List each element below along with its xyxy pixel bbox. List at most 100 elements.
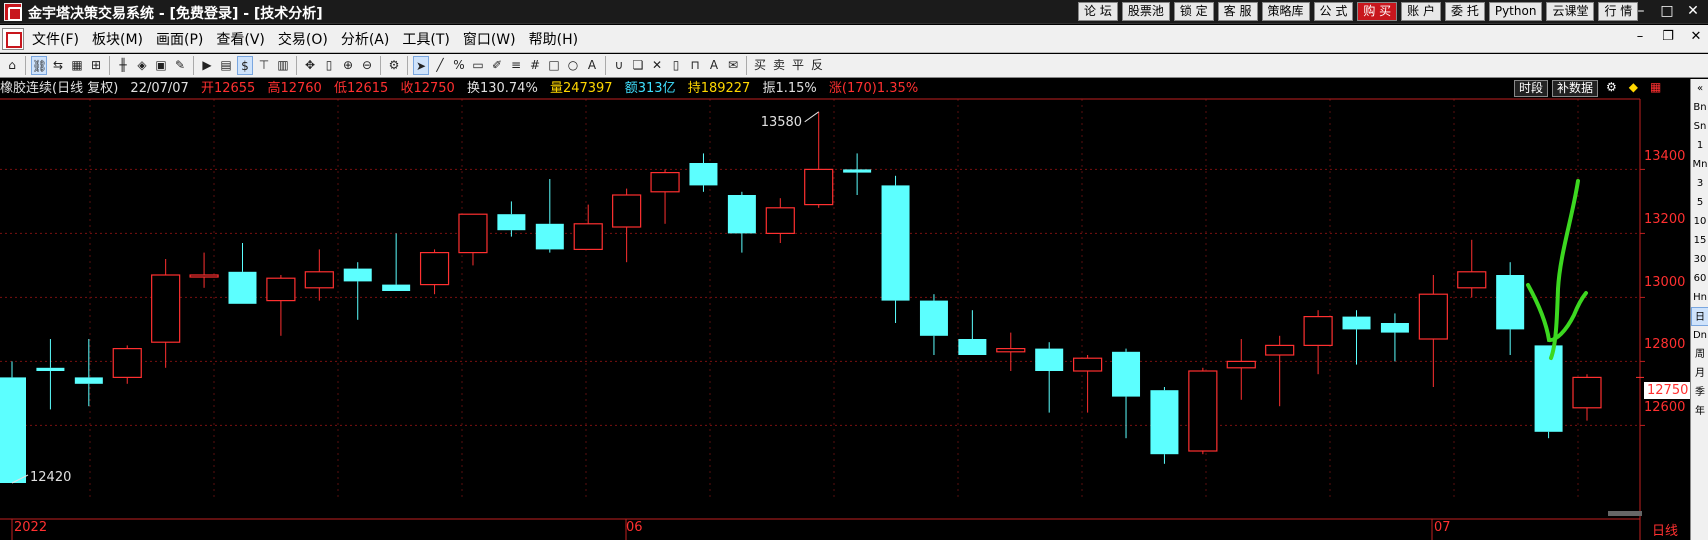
top-button[interactable]: 账 户 bbox=[1401, 2, 1441, 21]
color-icon[interactable]: A bbox=[706, 56, 722, 75]
top-button[interactable]: 论 坛 bbox=[1078, 2, 1118, 21]
minimize-icon[interactable]: – bbox=[1628, 0, 1654, 22]
cursor-icon[interactable]: ➤ bbox=[413, 56, 429, 75]
grid-icon[interactable]: ⊞ bbox=[88, 56, 104, 75]
sync-icon[interactable]: ⇆ bbox=[50, 56, 66, 75]
top-button[interactable]: Python bbox=[1488, 2, 1543, 21]
copy-icon[interactable]: ❏ bbox=[630, 56, 646, 75]
document-icon[interactable]: ▤ bbox=[218, 56, 234, 75]
ruler-icon[interactable]: ▯ bbox=[321, 56, 337, 75]
top-button[interactable]: 公 式 bbox=[1313, 2, 1354, 21]
top-button[interactable]: 委 托 bbox=[1445, 2, 1485, 21]
hash-tool-icon[interactable]: # bbox=[527, 56, 543, 75]
chart-scrollbar[interactable] bbox=[1608, 511, 1642, 516]
menu-item[interactable]: 帮助(H) bbox=[529, 29, 578, 49]
percent-tool-icon[interactable]: % bbox=[451, 56, 467, 75]
supplement-data-button[interactable]: 补数据 bbox=[1552, 80, 1599, 97]
settings-gear-icon[interactable]: ⚙ bbox=[1602, 80, 1621, 97]
menu-item[interactable]: 板块(M) bbox=[92, 29, 143, 49]
mdi-minimize-icon[interactable]: – bbox=[1632, 29, 1648, 44]
period-option[interactable]: 30 bbox=[1691, 250, 1708, 269]
period-option[interactable]: 季 bbox=[1691, 383, 1708, 402]
period-option[interactable]: Dn bbox=[1691, 326, 1708, 345]
top-button[interactable]: 策略库 bbox=[1261, 2, 1310, 21]
mail-icon[interactable]: ✉ bbox=[725, 56, 741, 75]
menu-item[interactable]: 文件(F) bbox=[32, 29, 79, 49]
period-button[interactable]: 时段 bbox=[1514, 80, 1549, 97]
edit-icon[interactable]: ✎ bbox=[172, 56, 188, 75]
magnet-icon[interactable]: ∪ bbox=[611, 56, 627, 75]
menu-item[interactable]: 窗口(W) bbox=[463, 29, 516, 49]
period-option[interactable]: Bn bbox=[1691, 98, 1708, 117]
top-button[interactable]: 股票池 bbox=[1121, 2, 1170, 21]
menu-item[interactable]: 查看(V) bbox=[216, 29, 265, 49]
warning-icon[interactable]: ◆ bbox=[1625, 80, 1642, 97]
period-label[interactable]: 日线 bbox=[1652, 520, 1678, 539]
menu-item[interactable]: 画面(P) bbox=[156, 29, 203, 49]
circle-tool-icon[interactable]: ○ bbox=[565, 56, 581, 75]
candle-body bbox=[1112, 351, 1141, 397]
reverse-icon[interactable]: 反 bbox=[809, 56, 825, 75]
filter-icon[interactable]: ⊤ bbox=[256, 56, 272, 75]
diamond-icon[interactable]: ◈ bbox=[134, 56, 150, 75]
period-option[interactable]: 年 bbox=[1691, 402, 1708, 421]
mdi-close-icon[interactable]: ✕ bbox=[1688, 29, 1704, 44]
period-option[interactable]: Mn bbox=[1691, 155, 1708, 174]
bar-tool-icon[interactable]: ▭ bbox=[470, 56, 486, 75]
period-option[interactable]: 5 bbox=[1691, 193, 1708, 212]
period-option[interactable]: Sn bbox=[1691, 117, 1708, 136]
menu-item[interactable]: 工具(T) bbox=[402, 29, 449, 49]
period-option[interactable]: 月 bbox=[1691, 364, 1708, 383]
zoom-out-icon[interactable]: ⊖ bbox=[359, 56, 375, 75]
period-option[interactable]: 3 bbox=[1691, 174, 1708, 193]
home-icon[interactable]: ⌂ bbox=[4, 56, 20, 75]
layout-icon[interactable]: ▦ bbox=[69, 56, 85, 75]
top-button[interactable]: 锁 定 bbox=[1173, 2, 1214, 21]
fib-tool-icon[interactable]: ≡ bbox=[508, 56, 524, 75]
title-bar: 金宇塔决策交易系统 - [免费登录] - [技术分析] 论 坛股票池锁 定客 服… bbox=[0, 0, 1708, 24]
play-icon[interactable]: ▶ bbox=[199, 56, 215, 75]
period-option[interactable]: 60 bbox=[1691, 269, 1708, 288]
trash-icon[interactable]: ▯ bbox=[668, 56, 684, 75]
lock-icon[interactable]: ⊓ bbox=[687, 56, 703, 75]
top-button[interactable]: 云课堂 bbox=[1546, 2, 1595, 21]
period-option[interactable]: 日 bbox=[1691, 307, 1708, 326]
delete-icon[interactable]: ✕ bbox=[649, 56, 665, 75]
zoom-in-icon[interactable]: ⊕ bbox=[340, 56, 356, 75]
grid-toggle-icon[interactable]: ▦ bbox=[1646, 80, 1665, 97]
dollar-icon[interactable]: $ bbox=[237, 56, 253, 75]
candle-body bbox=[458, 213, 488, 254]
buy-icon[interactable]: 买 bbox=[752, 56, 768, 75]
move-icon[interactable]: ✥ bbox=[302, 56, 318, 75]
period-option[interactable]: Hn bbox=[1691, 288, 1708, 307]
chart-area[interactable]: 13580 12420 橡胶连续(日线 复权) 22/07/07 开12655 高… bbox=[0, 79, 1708, 540]
mdi-restore-icon[interactable]: ❐ bbox=[1660, 29, 1676, 44]
period-option[interactable]: 15 bbox=[1691, 231, 1708, 250]
line-tool-icon[interactable]: ╱ bbox=[432, 56, 448, 75]
menu-item[interactable]: 交易(O) bbox=[278, 29, 328, 49]
period-option[interactable]: 10 bbox=[1691, 212, 1708, 231]
pen-tool-icon[interactable]: ✐ bbox=[489, 56, 505, 75]
rect-tool-icon[interactable]: □ bbox=[546, 56, 562, 75]
period-option[interactable]: 周 bbox=[1691, 345, 1708, 364]
period-option[interactable]: 1 bbox=[1691, 136, 1708, 155]
image-icon[interactable]: ▣ bbox=[153, 56, 169, 75]
price-axis-label: 12800 bbox=[1644, 337, 1686, 352]
top-button[interactable]: 购 买 bbox=[1357, 2, 1398, 21]
settings-icon[interactable]: ⚙ bbox=[386, 56, 402, 75]
link-icon[interactable]: ⛓ bbox=[31, 56, 47, 75]
high-value: 高12760 bbox=[267, 81, 322, 96]
maximize-icon[interactable]: □ bbox=[1654, 0, 1680, 22]
sell-icon[interactable]: 卖 bbox=[771, 56, 787, 75]
menu-item[interactable]: 分析(A) bbox=[341, 29, 390, 49]
text-tool-icon[interactable]: A bbox=[584, 56, 600, 75]
close-position-icon[interactable]: 平 bbox=[790, 56, 806, 75]
candle-icon[interactable]: ╫ bbox=[115, 56, 131, 75]
amount-value: 额313亿 bbox=[624, 81, 676, 96]
close-icon[interactable]: ✕ bbox=[1680, 0, 1706, 22]
calendar-icon[interactable]: ▥ bbox=[275, 56, 291, 75]
top-button[interactable]: 客 服 bbox=[1217, 2, 1258, 21]
collapse-icon[interactable]: « bbox=[1691, 79, 1708, 98]
candlestick-chart[interactable]: 13580 12420 bbox=[0, 79, 1690, 540]
candle-body bbox=[727, 195, 756, 234]
